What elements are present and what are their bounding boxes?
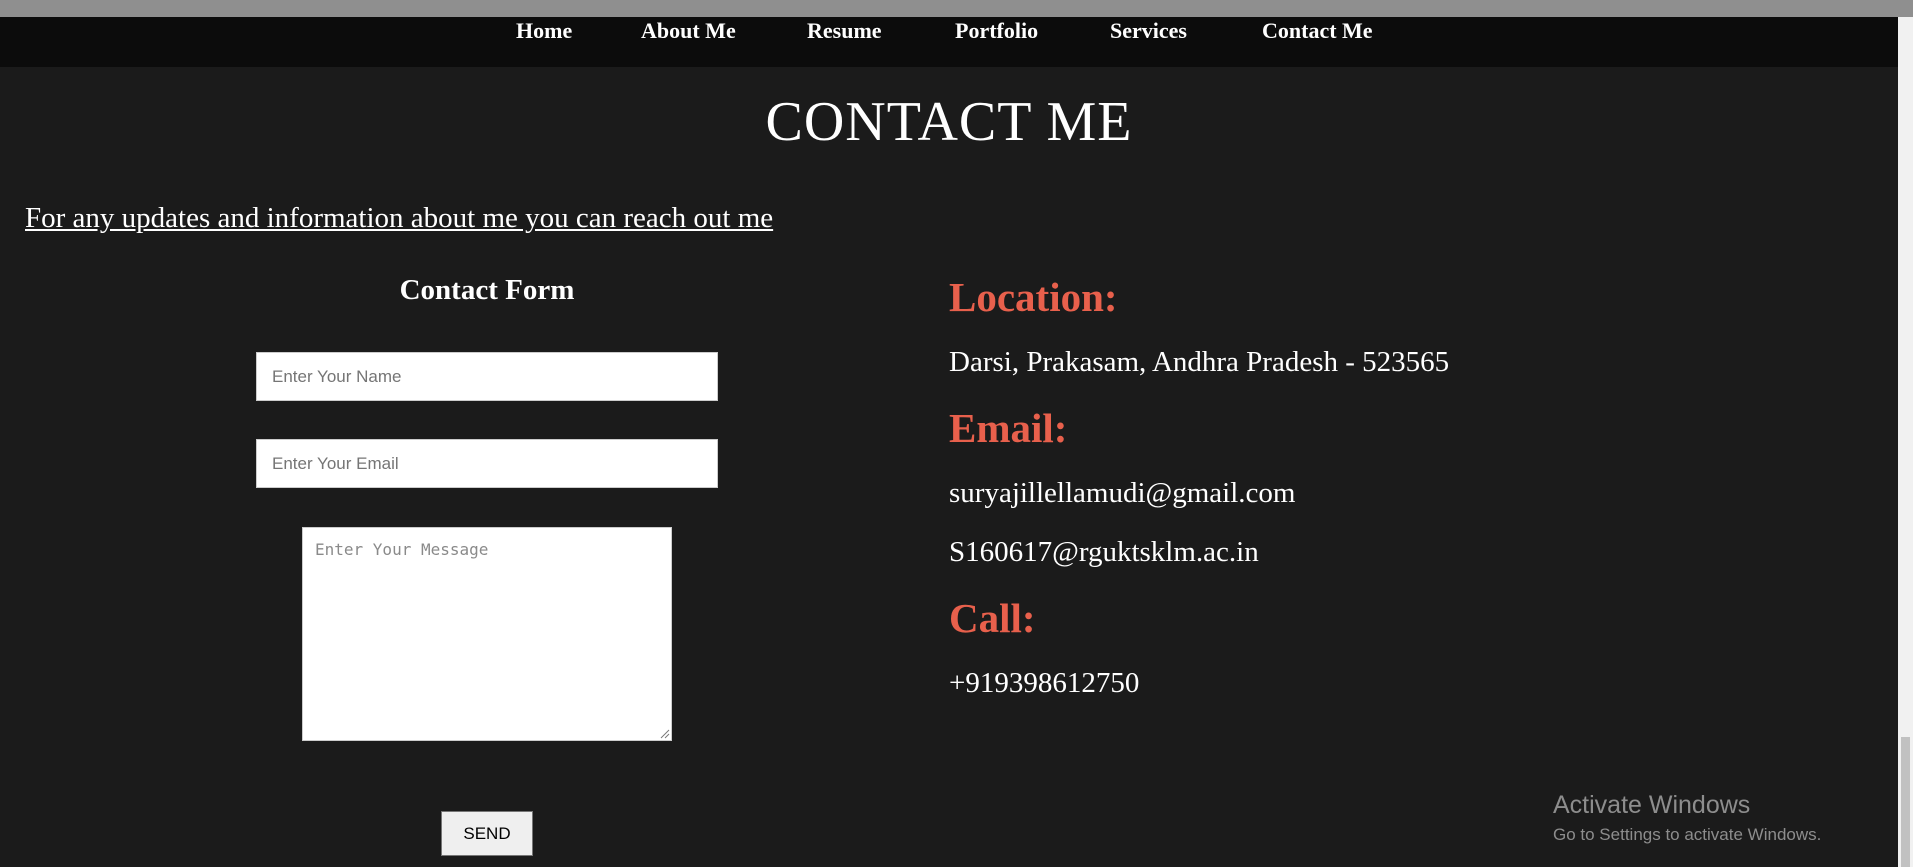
email-secondary: S160617@rguktsklm.ac.in: [949, 536, 1259, 568]
browser-top-strip: [0, 0, 1913, 17]
nav-item-resume[interactable]: Resume: [807, 17, 882, 45]
nav-item-about-me[interactable]: About Me: [641, 17, 736, 45]
page-title: CONTACT ME: [765, 91, 1133, 153]
top-navbar: Home About Me Resume Portfolio Services …: [0, 17, 1898, 67]
page-scrollbar[interactable]: [1898, 17, 1913, 867]
activate-windows-subtitle: Go to Settings to activate Windows.: [1553, 825, 1822, 844]
nav-item-contact-me[interactable]: Contact Me: [1262, 17, 1373, 45]
contact-form-title: Contact Form: [399, 274, 575, 306]
nav-item-services[interactable]: Services: [1110, 17, 1187, 45]
activate-windows-title: Activate Windows: [1553, 791, 1751, 819]
message-textarea[interactable]: [302, 527, 672, 741]
scrollbar-thumb[interactable]: [1901, 737, 1910, 867]
nav-item-portfolio[interactable]: Portfolio: [955, 17, 1038, 45]
send-button[interactable]: SEND: [441, 811, 533, 856]
call-heading: Call:: [949, 595, 1036, 641]
name-input[interactable]: [256, 352, 718, 401]
email-primary: suryajillellamudi@gmail.com: [949, 477, 1296, 509]
nav-item-home[interactable]: Home: [516, 17, 572, 45]
phone-number: +919398612750: [949, 667, 1140, 699]
location-heading: Location:: [949, 274, 1118, 320]
location-text: Darsi, Prakasam, Andhra Pradesh - 523565: [949, 346, 1450, 378]
email-input[interactable]: [256, 439, 718, 488]
email-heading: Email:: [949, 405, 1068, 451]
resize-grip-icon[interactable]: [660, 729, 670, 739]
intro-link[interactable]: For any updates and information about me…: [25, 201, 773, 235]
